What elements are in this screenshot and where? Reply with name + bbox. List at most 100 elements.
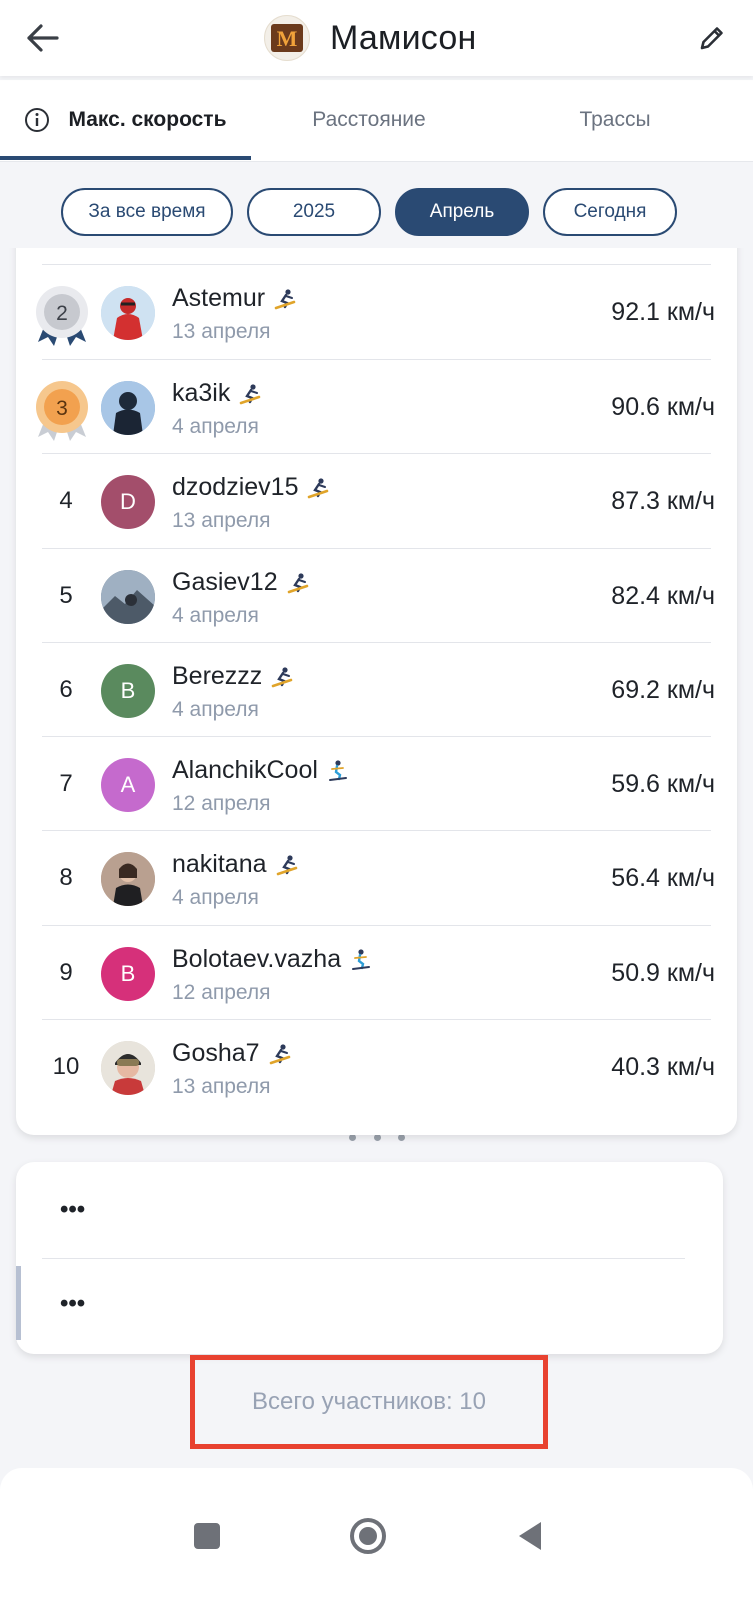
skier-icon [349,948,373,972]
bronze-medal-icon: 3 [36,381,88,441]
skier-icon [326,759,350,783]
leaderboard-row[interactable]: 6 B Berezzz 4 апреля 69.2 км/ч [16,642,737,738]
current-user-card: ••• ••• [16,1162,723,1354]
rank-number: 4 [59,487,73,514]
period-filter: За все время 2025 Апрель Сегодня [0,162,753,248]
tab-tracks[interactable]: Трассы [487,80,743,160]
triangle-back-icon [519,1522,541,1550]
header-title-group: M Мамисон [264,12,476,64]
avatar[interactable] [101,381,155,435]
max-speed-value: 87.3 км/ч [611,487,715,515]
total-participants-highlight: Всего участников: 10 [190,1355,548,1449]
system-nav-bar [0,1468,753,1600]
record-date: 4 апреля [172,415,259,438]
square-icon [194,1523,220,1549]
max-speed-value: 56.4 км/ч [611,864,715,892]
max-speed-value: 40.3 км/ч [611,1053,715,1081]
user-name: AlanchikCool [172,756,318,784]
edit-button[interactable] [688,14,736,62]
leaderboard-row[interactable]: 8 nakitana 4 апреля 56.4 км/ч [16,830,737,926]
max-speed-value: 50.9 км/ч [611,959,715,987]
record-date: 4 апреля [172,698,259,721]
max-speed-value: 92.1 км/ч [611,298,715,326]
avatar[interactable] [101,570,155,624]
max-speed-value: 59.6 км/ч [611,770,715,798]
silver-medal-icon: 2 [36,286,88,346]
pencil-icon [700,27,723,50]
leaderboard-row[interactable]: 3 ka3ik 4 апреля 90.6 км/ч [16,359,737,455]
tab-bar: Макс. скорость Расстояние Трассы [0,80,753,162]
avatar[interactable]: B [101,664,155,718]
record-date: 4 апреля [172,886,259,909]
avatar[interactable]: D [101,475,155,529]
record-date: 13 апреля [172,320,271,343]
tab-label: Расстояние [312,108,426,131]
user-name: Gosha7 [172,1039,260,1067]
resort-logo: M [264,15,310,61]
snowboarder-icon [306,477,330,499]
back-button[interactable] [18,14,66,62]
recents-button[interactable] [177,1506,237,1566]
user-name: ka3ik [172,379,231,407]
leaderboard-row[interactable]: 9 B Bolotaev.vazha 12 апреля 50.9 км/ч [16,925,737,1021]
tab-label: Трассы [579,108,651,131]
snowboarder-icon [286,572,310,594]
rank-number: 5 [59,582,73,609]
avatar[interactable] [101,1041,155,1095]
user-name: dzodziev15 [172,473,299,501]
snowboarder-icon [273,288,297,310]
page-title: Мамисон [330,18,477,57]
user-name: Gasiev12 [172,568,278,596]
rank-number: 10 [52,1053,80,1080]
record-date: 13 апреля [172,1075,271,1098]
user-name: Berezzz [172,662,263,690]
active-tab-indicator [0,156,251,160]
placeholder-row: ••• [60,1290,86,1317]
total-participants: Всего участников: 10 [252,1388,486,1415]
leaderboard-row[interactable]: 5 Gasiev12 4 апреля 82.4 км/ч [16,548,737,644]
avatar[interactable] [101,852,155,906]
tab-max-speed[interactable]: Макс. скорость [0,80,251,160]
placeholder-row: ••• [60,1196,86,1223]
filter-today[interactable]: Сегодня [543,188,677,236]
info-icon[interactable] [24,107,50,133]
svg-text:2: 2 [56,302,68,325]
rank-number: 6 [59,676,73,703]
record-date: 13 апреля [172,509,271,532]
avatar[interactable]: B [101,947,155,1001]
svg-text:3: 3 [56,397,68,420]
current-user-marker [16,1266,21,1340]
max-speed-value: 82.4 км/ч [611,582,715,610]
max-speed-value: 90.6 км/ч [611,393,715,421]
svg-text:M: M [277,26,298,51]
snowboarder-icon [270,666,294,688]
leaderboard-row[interactable]: 4 D dzodziev15 13 апреля 87.3 км/ч [16,453,737,549]
user-name: Astemur [172,284,266,312]
avatar[interactable]: A [101,758,155,812]
user-name: nakitana [172,850,267,878]
rank-number: 9 [59,959,73,986]
rank-number: 7 [59,770,73,797]
record-date: 4 апреля [172,604,259,627]
snowboarder-icon [268,1043,292,1065]
leaderboard-row[interactable]: 7 A AlanchikCool 12 апреля 59.6 км/ч [16,736,737,832]
snowboarder-icon [238,383,262,405]
rank-number: 8 [59,864,73,891]
leaderboard-row[interactable]: 10 Gosha7 13 апреля 40.3 км/ч [16,1019,737,1115]
max-speed-value: 69.2 км/ч [611,676,715,704]
snowboarder-icon [275,854,299,876]
tab-distance[interactable]: Расстояние [251,80,487,160]
filter-all-time[interactable]: За все время [61,188,233,236]
home-button[interactable] [338,1506,398,1566]
arrow-left-icon [27,24,59,52]
home-circle-icon [350,1518,386,1554]
leaderboard-row[interactable]: 2 Astemur 13 апреля 92.1 км/ч [16,264,737,360]
app-bar: M Мамисон [0,0,753,76]
filter-year[interactable]: 2025 [247,188,381,236]
avatar[interactable] [101,286,155,340]
record-date: 12 апреля [172,792,271,815]
tab-label: Макс. скорость [68,108,227,131]
back-nav-button[interactable] [500,1506,560,1566]
filter-month[interactable]: Апрель [395,188,529,236]
user-name: Bolotaev.vazha [172,945,342,973]
